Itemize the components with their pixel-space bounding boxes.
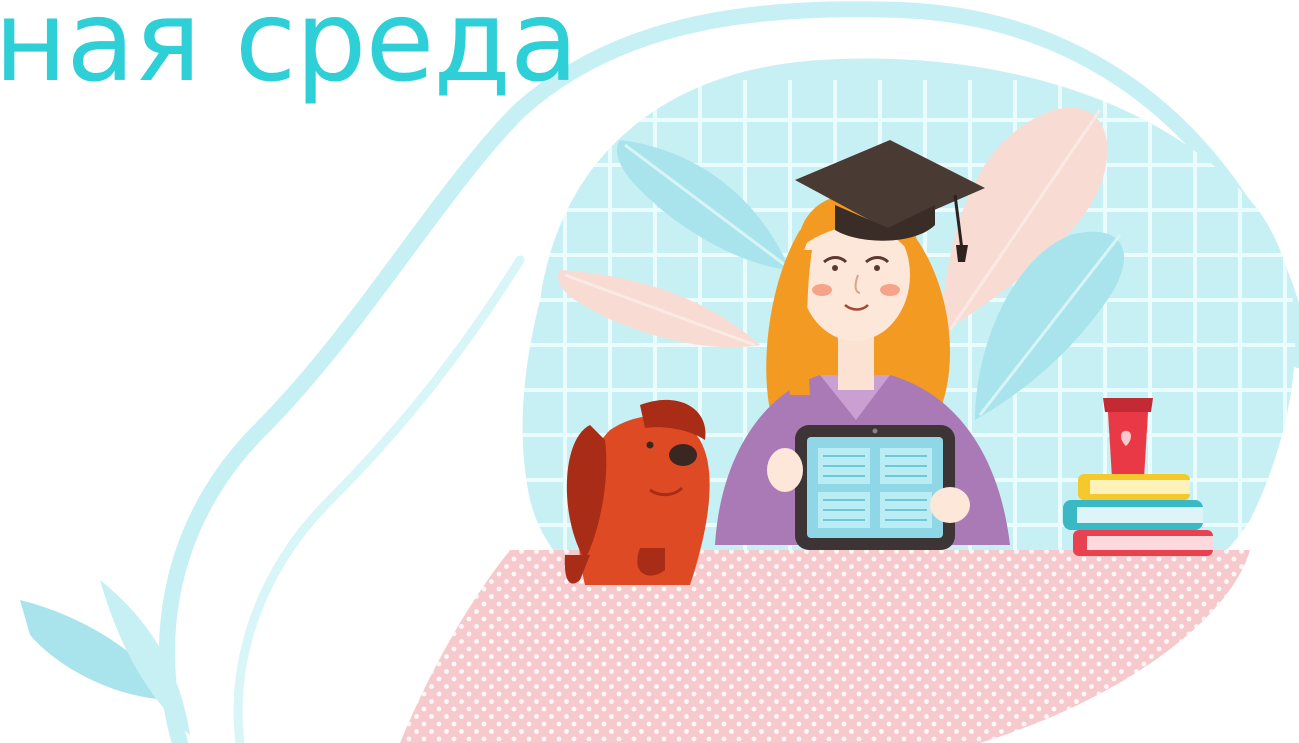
tablet-icon	[767, 425, 970, 550]
page-title: ная среда	[0, 0, 578, 107]
dog-icon	[564, 399, 710, 585]
illustration	[20, 1, 1299, 743]
